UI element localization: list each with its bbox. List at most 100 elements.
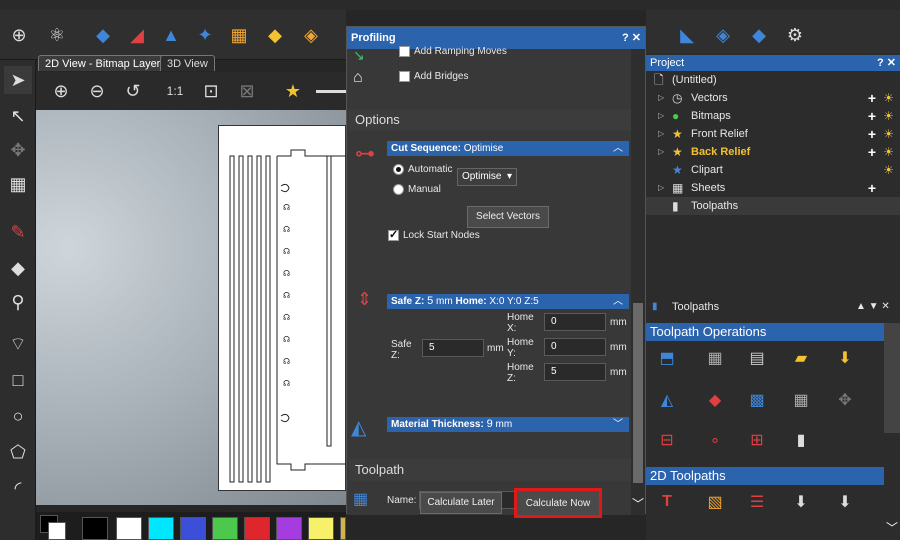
calculator-op-icon[interactable]: ▦ — [702, 345, 728, 371]
color-swatch[interactable] — [340, 517, 346, 540]
weave-icon[interactable]: ▦ — [226, 22, 252, 48]
color-swatch[interactable] — [308, 517, 334, 540]
visibility-bulb-icon[interactable]: ☀ — [883, 89, 894, 107]
add-icon[interactable]: + — [868, 143, 876, 161]
calculate-now-button[interactable]: Calculate Now — [514, 488, 602, 518]
lock-start-nodes-checkbox[interactable] — [388, 228, 399, 241]
scrollbar-thumb[interactable] — [633, 303, 643, 483]
material-thickness-bar[interactable]: Material Thickness: 9 mm ﹀ — [387, 417, 629, 432]
manual-radio[interactable] — [393, 184, 404, 195]
stack-icon[interactable]: ◆ — [746, 22, 772, 48]
circle-icon[interactable]: ○ — [4, 402, 32, 430]
profile-2d-icon[interactable]: T — [654, 489, 680, 515]
more-chevron-icon[interactable]: ﹀ — [886, 519, 898, 536]
add-icon[interactable]: + — [868, 107, 876, 125]
automatic-radio[interactable] — [393, 164, 404, 175]
color-swatch[interactable] — [180, 517, 206, 540]
settings-icon[interactable]: ⚙ — [782, 22, 808, 48]
visibility-bulb-icon[interactable]: ☀ — [883, 143, 894, 161]
eraser-icon[interactable]: ◢ — [124, 22, 150, 48]
arc-icon[interactable]: ◜ — [4, 474, 32, 502]
plane-icon[interactable]: ◣ — [674, 22, 700, 48]
visibility-bulb-icon[interactable]: ☀ — [883, 107, 894, 125]
template-op-icon[interactable]: ⊟ — [654, 427, 680, 453]
preview-op-icon[interactable]: ◭ — [654, 387, 680, 413]
pocket-2d-icon[interactable]: ▧ — [702, 489, 728, 515]
star-zoom-icon[interactable]: ★ — [280, 78, 306, 104]
pin-icon[interactable]: ▲ ▼ ✕ — [856, 301, 890, 312]
tiles-op-icon[interactable]: ⊞ — [744, 427, 770, 453]
expand-arrow-icon[interactable]: ▷ — [658, 89, 664, 107]
fill-icon[interactable]: ◆ — [4, 254, 32, 282]
add-icon[interactable]: + — [868, 179, 876, 197]
layers-icon[interactable]: ◈ — [710, 22, 736, 48]
tab-3d-view[interactable]: 3D View — [160, 55, 215, 71]
visibility-bulb-icon[interactable]: ☀ — [883, 125, 894, 143]
project-window-controls[interactable]: ? ✕ — [877, 55, 896, 71]
texture-icon[interactable]: ◈ — [298, 22, 324, 48]
color-swatch[interactable] — [116, 517, 142, 540]
array-op-icon[interactable]: ▩ — [744, 387, 770, 413]
move-op-icon[interactable]: ✥ — [832, 387, 858, 413]
vcarve-2d-icon[interactable]: ⬇ — [788, 489, 814, 515]
expand-arrow-icon[interactable]: ▷ — [658, 107, 664, 125]
tree-item[interactable]: ▷ ◷ Vectors + ☀ — [646, 89, 900, 107]
rectangle-icon[interactable]: □ — [4, 366, 32, 394]
tree-item[interactable]: ▷ ● Bitmaps + ☀ — [646, 107, 900, 125]
expand-arrow-icon[interactable]: ▷ — [658, 179, 664, 197]
swatch-white-bg[interactable] — [48, 522, 66, 540]
layer-icon[interactable]: ◆ — [262, 22, 288, 48]
atom-icon[interactable]: ⚛ — [44, 22, 70, 48]
tree-item[interactable]: ▷ ★ Back Relief + ☀ — [646, 143, 900, 161]
transform-icon[interactable]: ✥ — [4, 136, 32, 164]
zoom-icon[interactable]: ⊕ — [6, 22, 32, 48]
expand-arrow-icon[interactable]: ▷ — [658, 143, 664, 161]
toolpaths-2d-header[interactable]: 2D Toolpaths — [646, 467, 884, 485]
nodes-op-icon[interactable]: ∘ — [702, 427, 728, 453]
select-icon[interactable]: ➤ — [4, 66, 32, 94]
grid-op-icon[interactable]: ▦ — [788, 387, 814, 413]
merge-op-icon[interactable]: ⬇ — [832, 345, 858, 371]
profiling-scrollbar[interactable] — [631, 49, 645, 515]
color-swatch[interactable] — [148, 517, 174, 540]
color-swatch[interactable] — [244, 517, 270, 540]
color-swatch[interactable] — [82, 517, 108, 540]
tree-item[interactable]: ★ Clipart ☀ — [646, 161, 900, 179]
bucket-op-icon[interactable]: ◆ — [702, 387, 728, 413]
magnify-icon[interactable]: ⚲ — [4, 288, 32, 316]
summary-op-icon[interactable]: ▤ — [744, 345, 770, 371]
engrave-2d-icon[interactable]: ⬇ — [832, 489, 858, 515]
diamond-icon[interactable]: ◆ — [90, 22, 116, 48]
toolpath-operations-header[interactable]: Toolpath Operations — [646, 323, 884, 341]
zoom-fit-icon[interactable]: ⊡ — [198, 78, 224, 104]
node-edit-icon[interactable]: ↖ — [4, 102, 32, 130]
folder-op-icon[interactable]: ▰ — [788, 345, 814, 371]
tree-item[interactable]: ▮ Toolpaths — [646, 197, 900, 215]
scroll-down-chevron-icon[interactable]: ﹀ — [632, 495, 644, 512]
home-y-input[interactable]: 0 — [544, 338, 606, 356]
post-op-icon[interactable]: ▮ — [788, 427, 814, 453]
grid-icon[interactable]: ▦ — [4, 170, 32, 198]
relief-icon[interactable]: ▲ — [158, 22, 184, 48]
calculate-later-button[interactable]: Calculate Later — [420, 492, 502, 514]
profiling-window-controls[interactable]: ? ✕ — [622, 27, 641, 49]
shapes-icon[interactable]: ✦ — [192, 22, 218, 48]
sequence-select[interactable]: Optimise ▾ — [457, 168, 517, 186]
zoom-extents-icon[interactable]: ⊠ — [234, 78, 260, 104]
zoom-actual-icon[interactable]: 1:1 — [162, 78, 188, 104]
tree-root[interactable]: 🗋 (Untitled) — [646, 71, 900, 89]
expand-arrow-icon[interactable]: ▷ — [658, 125, 664, 143]
zoom-in-icon[interactable]: ⊕ — [48, 78, 74, 104]
origin-op-icon[interactable]: ⬒ — [654, 345, 680, 371]
home-x-input[interactable]: 0 — [544, 313, 606, 331]
add-icon[interactable]: + — [868, 125, 876, 143]
color-swatch[interactable] — [276, 517, 302, 540]
select-vectors-button[interactable]: Select Vectors — [467, 206, 549, 228]
polygon-icon[interactable]: ⬠ — [4, 438, 32, 466]
visibility-bulb-icon[interactable]: ☀ — [883, 161, 894, 179]
color-swatch[interactable] — [212, 517, 238, 540]
home-z-input[interactable]: 5 — [544, 363, 606, 381]
zoom-out-icon[interactable]: ⊖ — [84, 78, 110, 104]
drill-2d-icon[interactable]: ☰ — [744, 489, 770, 515]
safe-z-input[interactable]: 5 — [422, 339, 484, 357]
